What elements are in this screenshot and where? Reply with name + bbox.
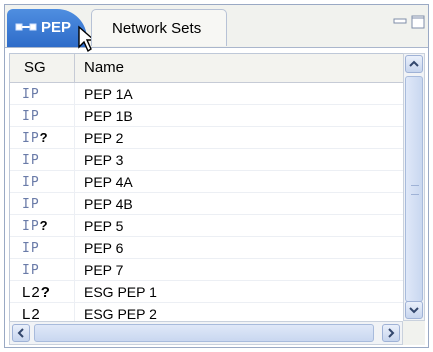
- name-cell: PEP 4B: [84, 196, 133, 212]
- column-divider[interactable]: [74, 54, 75, 82]
- horizontal-scroll-thumb[interactable]: [34, 324, 374, 342]
- sg-value: IP: [22, 241, 40, 256]
- cell-divider: [74, 127, 75, 148]
- tab-network-sets[interactable]: Network Sets: [91, 9, 227, 46]
- chevron-right-icon: [388, 328, 395, 338]
- scroll-up-button[interactable]: [405, 55, 423, 73]
- sg-value: IP: [22, 153, 40, 168]
- table-row[interactable]: IP PEP 1B: [10, 105, 404, 127]
- table-row[interactable]: IP PEP 4A: [10, 171, 404, 193]
- name-cell: PEP 7: [84, 262, 124, 278]
- table-row[interactable]: IP PEP 7: [10, 259, 404, 281]
- sg-cell: L2?: [22, 284, 51, 301]
- name-cell: PEP 4A: [84, 174, 133, 190]
- name-cell: PEP 6: [84, 240, 124, 256]
- sg-cell: IP: [22, 262, 40, 278]
- cell-divider: [74, 303, 75, 322]
- vertical-scrollbar[interactable]: [403, 53, 425, 321]
- name-cell: PEP 5: [84, 218, 124, 234]
- sg-cell: IP: [22, 196, 40, 212]
- name-cell: ESG PEP 2: [84, 306, 157, 322]
- pep-table: SG Name IP PEP 1A IP PEP 1B IP? PEP 2 IP PEP 3I…: [9, 53, 405, 323]
- tab-pep-label: PEP: [41, 19, 72, 36]
- sg-cell: IP: [22, 152, 40, 168]
- sg-cell: IP: [22, 86, 40, 102]
- sg-value: IP: [22, 197, 40, 212]
- table-header: SG Name: [10, 54, 404, 83]
- name-cell: PEP 3: [84, 152, 124, 168]
- tab-network-sets-label: Network Sets: [112, 20, 202, 37]
- tab-pep[interactable]: PEP: [7, 9, 87, 47]
- sg-cell: IP: [22, 240, 40, 256]
- table-row[interactable]: IP PEP 3: [10, 149, 404, 171]
- cell-divider: [74, 193, 75, 214]
- name-cell: ESG PEP 1: [84, 284, 157, 300]
- sg-value: IP: [22, 263, 40, 278]
- name-cell: PEP 1A: [84, 86, 133, 102]
- grip-icon: [411, 185, 419, 195]
- tab-bar: PEP Network Sets: [5, 5, 428, 53]
- view-panel: PEP Network Sets SG Name IP PEP 1A IP PEP 1…: [4, 4, 429, 348]
- table-row[interactable]: IP PEP 1A: [10, 83, 404, 105]
- sg-cell: IP?: [22, 130, 49, 146]
- chevron-up-icon: [409, 60, 419, 67]
- column-header-name[interactable]: Name: [84, 59, 124, 76]
- minimize-icon[interactable]: [393, 15, 407, 29]
- scroll-corner: [403, 321, 425, 345]
- cell-divider: [74, 149, 75, 170]
- chevron-left-icon: [17, 328, 24, 338]
- cell-divider: [74, 259, 75, 280]
- cell-divider: [74, 237, 75, 258]
- sg-value: L2: [22, 284, 41, 301]
- scroll-down-button[interactable]: [405, 301, 423, 319]
- network-node-icon: [15, 23, 37, 31]
- sg-flag: ?: [40, 284, 51, 301]
- cell-divider: [74, 215, 75, 236]
- name-cell: PEP 1B: [84, 108, 133, 124]
- sg-flag: ?: [39, 218, 49, 233]
- table-row[interactable]: L2 ESG PEP 2: [10, 303, 404, 322]
- table-row[interactable]: IP PEP 4B: [10, 193, 404, 215]
- table-row[interactable]: IP PEP 6: [10, 237, 404, 259]
- cell-divider: [74, 281, 75, 302]
- table-body: IP PEP 1A IP PEP 1B IP? PEP 2 IP PEP 3 IP PEP 4A I…: [10, 83, 404, 322]
- sg-value: IP: [22, 175, 40, 190]
- table-row[interactable]: L2? ESG PEP 1: [10, 281, 404, 303]
- scroll-left-button[interactable]: [12, 324, 30, 342]
- sg-value: IP: [22, 109, 40, 124]
- cell-divider: [74, 105, 75, 126]
- table-row[interactable]: IP? PEP 5: [10, 215, 404, 237]
- sg-cell: IP: [22, 174, 40, 190]
- scroll-right-button[interactable]: [382, 324, 400, 342]
- column-header-sg[interactable]: SG: [24, 59, 46, 76]
- vertical-scroll-thumb[interactable]: [405, 76, 423, 302]
- cell-divider: [74, 171, 75, 192]
- horizontal-scrollbar[interactable]: [9, 321, 403, 345]
- sg-value: IP: [22, 87, 40, 102]
- sg-value: IP: [22, 219, 40, 234]
- chevron-down-icon: [409, 307, 419, 314]
- cell-divider: [74, 83, 75, 104]
- sg-value: IP: [22, 131, 40, 146]
- maximize-icon[interactable]: [411, 15, 425, 29]
- sg-flag: ?: [39, 130, 49, 145]
- sg-cell: IP: [22, 108, 40, 124]
- table-row[interactable]: IP? PEP 2: [10, 127, 404, 149]
- name-cell: PEP 2: [84, 130, 124, 146]
- sg-cell: IP?: [22, 218, 49, 234]
